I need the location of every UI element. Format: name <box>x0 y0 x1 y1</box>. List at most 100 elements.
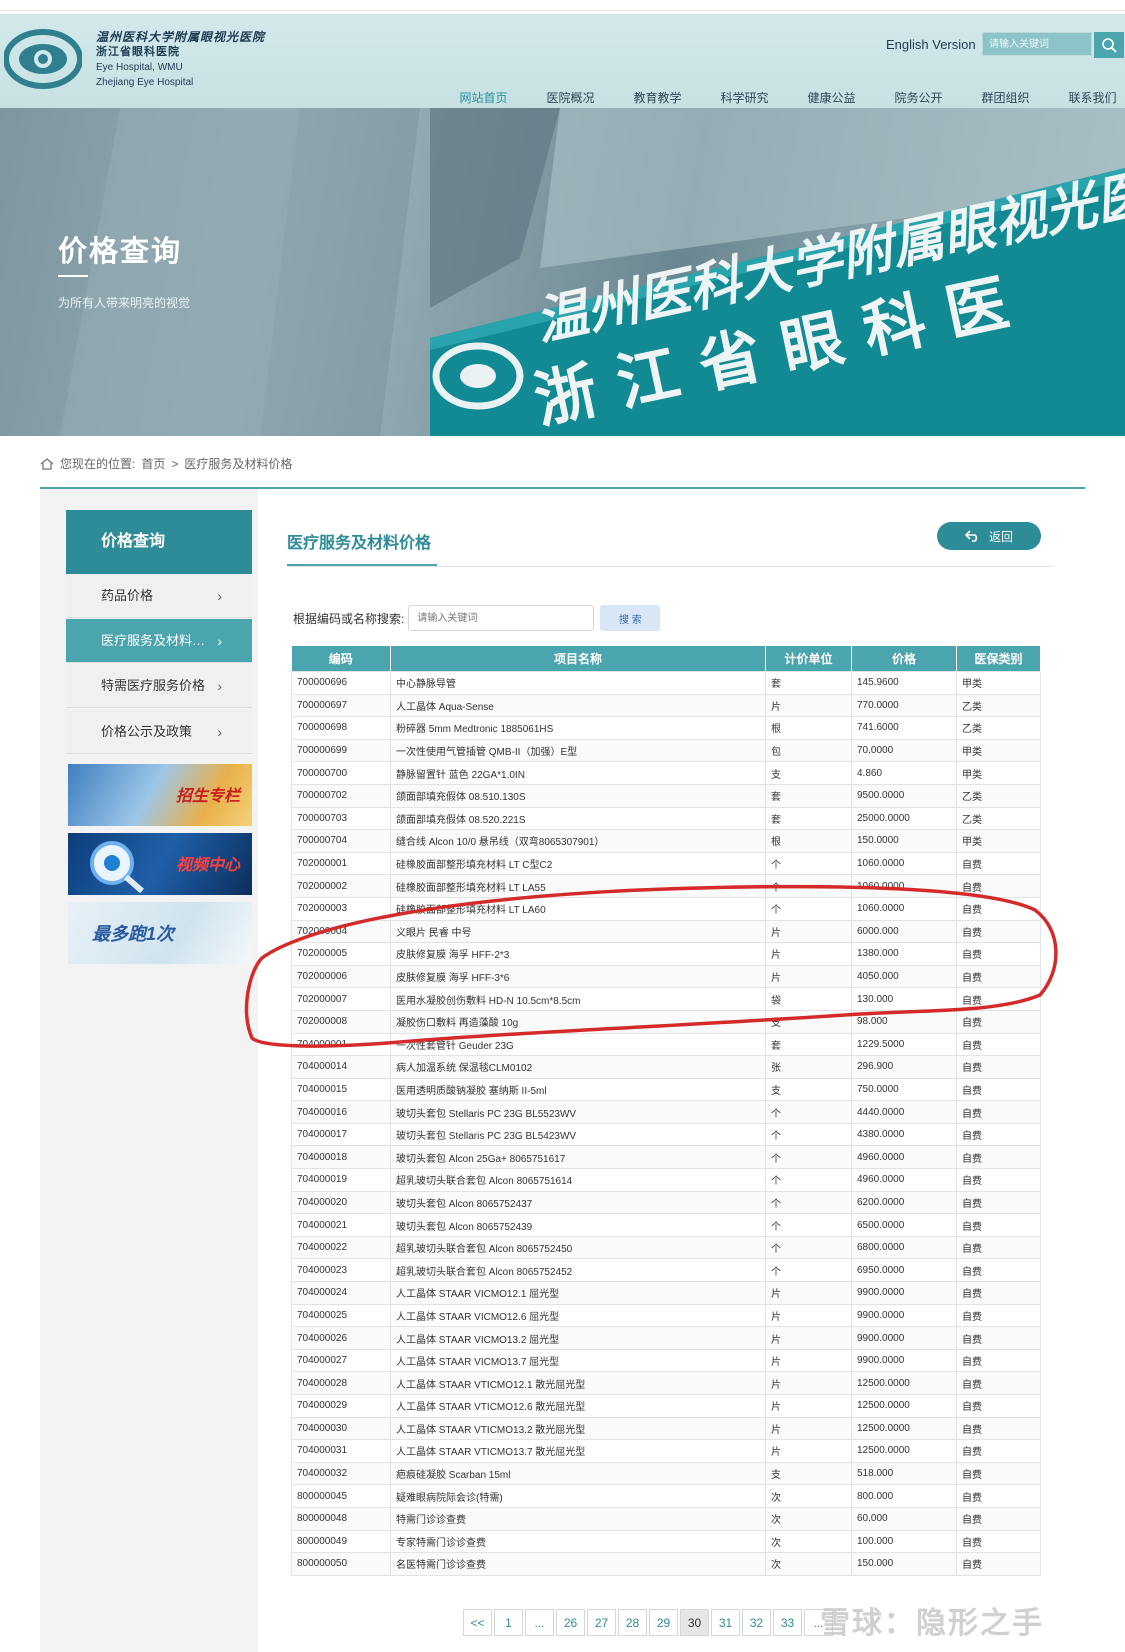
promo-label: 招生专栏 <box>175 788 240 805</box>
cell-price: 150.0000 <box>851 829 957 853</box>
cell-price: 1060.0000 <box>851 896 957 921</box>
cell-name: 人工晶体 STAAR VICMO12.1 屈光型 <box>390 1281 766 1305</box>
header-search-button[interactable] <box>1094 32 1124 58</box>
sidebar-item-special-service[interactable]: 特需医疗服务价格 › <box>66 664 252 708</box>
nav-health[interactable]: 健康公益 <box>788 89 875 106</box>
cell-unit: 个 <box>765 1100 852 1124</box>
pagination-page-button[interactable]: 27 <box>587 1609 616 1636</box>
cell-price: 100.000 <box>851 1529 957 1554</box>
cell-code: 702000001 <box>291 851 391 876</box>
cell-code: 700000698 <box>291 716 391 740</box>
content-title-rule <box>287 566 1054 567</box>
pagination-page-button[interactable]: 29 <box>649 1609 678 1636</box>
cell-insurance: 乙类 <box>956 806 1041 831</box>
table-row: 704000022 超乳玻切头联合套包 Alcon 8065752450 个 6800… <box>291 1235 1041 1260</box>
cell-name: 超乳玻切头联合套包 Alcon 8065752450 <box>390 1235 766 1260</box>
cell-unit: 个 <box>765 851 852 876</box>
nav-public-affairs[interactable]: 院务公开 <box>875 89 962 106</box>
cell-code: 700000696 <box>291 671 391 695</box>
table-header-row: 编码 项目名称 计价单位 价格 医保类别 <box>291 646 1041 672</box>
sidebar-title: 价格查询 <box>66 510 252 574</box>
pagination-page-button[interactable]: 33 <box>773 1609 802 1636</box>
table-row: 704000028 人工晶体 STAAR VTICMO12.1 散光屈光型片 125… <box>291 1371 1041 1395</box>
pagination-page-button[interactable]: 28 <box>618 1609 647 1636</box>
cell-price: 6950.0000 <box>851 1258 957 1283</box>
cell-price: 9900.0000 <box>851 1303 957 1328</box>
nav-about[interactable]: 医院概况 <box>527 89 614 106</box>
header-search-input[interactable] <box>982 32 1092 56</box>
top-border <box>0 0 1125 11</box>
cell-unit: 片 <box>765 1371 852 1395</box>
promo-video-center[interactable]: 视频中心 <box>68 833 252 895</box>
cell-unit: 支 <box>765 761 852 785</box>
cell-insurance: 自费 <box>956 987 1041 1011</box>
video-lens-icon <box>90 841 144 893</box>
sidebar-item-price-policy[interactable]: 价格公示及政策 › <box>66 710 252 754</box>
pagination-page-button[interactable]: 31 <box>711 1609 740 1636</box>
nav-home[interactable]: 网站首页 <box>440 89 527 106</box>
cell-insurance: 乙类 <box>956 693 1041 718</box>
cell-unit: 片 <box>765 1416 852 1441</box>
search-button[interactable]: 搜 索 <box>600 605 661 631</box>
sidebar-item-medical-service[interactable]: 医疗服务及材料… › <box>66 619 252 663</box>
cell-price: 150.000 <box>851 1552 957 1576</box>
cell-unit: 片 <box>765 1394 852 1418</box>
promo-admissions[interactable]: 招生专栏 <box>68 764 252 826</box>
promo-run-once[interactable]: 最多跑1次 <box>68 902 252 964</box>
table-row: 702000004 义眼片 民睿 中号片 6000.000 自费 <box>291 919 1041 944</box>
cell-code: 704000001 <box>291 1032 391 1057</box>
cell-code: 702000005 <box>291 942 391 966</box>
pagination-page-button[interactable]: 30 <box>680 1609 709 1636</box>
eye-logo-icon[interactable] <box>4 28 82 90</box>
search-icon <box>1102 38 1117 53</box>
cell-name: 玻切头套包 Alcon 8065752439 <box>390 1213 766 1237</box>
cell-name: 人工晶体 STAAR VTICMO12.1 散光屈光型 <box>390 1371 766 1395</box>
cell-name: 人工晶体 STAAR VICMO13.7 屈光型 <box>390 1348 766 1373</box>
english-version-link[interactable]: English Version <box>886 37 976 52</box>
pagination-page-button[interactable]: 26 <box>556 1609 585 1636</box>
cell-name: 一次性套管针 Geuder 23G <box>390 1032 766 1057</box>
site-header: 温州医科大学附属眼视光医院 浙江省眼科医院 Eye Hospital, WMU … <box>0 14 1125 108</box>
pagination-first-button[interactable]: << <box>463 1609 492 1636</box>
cell-unit: 根 <box>765 829 852 853</box>
breadcrumb-home[interactable]: 首页 <box>141 455 165 472</box>
cell-price: 25000.0000 <box>851 806 957 831</box>
cell-insurance: 自费 <box>956 1145 1041 1170</box>
pagination-ellipsis: ... <box>525 1609 554 1636</box>
cell-code: 800000045 <box>291 1484 391 1508</box>
cell-unit: 个 <box>765 1122 852 1147</box>
nav-education[interactable]: 教育教学 <box>614 89 701 106</box>
cell-price: 12500.0000 <box>851 1439 957 1463</box>
nav-contact[interactable]: 联系我们 <box>1049 89 1125 106</box>
header-search <box>982 32 1124 58</box>
pagination-page-button[interactable]: 32 <box>742 1609 771 1636</box>
logo-text[interactable]: 温州医科大学附属眼视光医院 浙江省眼科医院 Eye Hospital, WMU … <box>96 30 265 90</box>
cell-price: 750.0000 <box>851 1077 957 1102</box>
sidebar-item-drug-price[interactable]: 药品价格 › <box>66 574 252 618</box>
pagination-page-button[interactable]: 1 <box>494 1609 523 1636</box>
cell-name: 医用水凝胶创伤敷料 HD-N 10.5cm*8.5cm <box>390 987 766 1011</box>
nav-research[interactable]: 科学研究 <box>701 89 788 106</box>
cell-price: 9500.0000 <box>851 783 957 808</box>
cell-price: 98.000 <box>851 1009 957 1034</box>
cell-price: 4.860 <box>851 761 957 785</box>
cell-code: 800000050 <box>291 1552 391 1576</box>
cell-insurance: 自费 <box>956 1122 1041 1147</box>
cell-code: 704000020 <box>291 1190 391 1215</box>
back-button[interactable]: 返回 <box>937 522 1041 550</box>
table-row: 702000001 硅橡胶面部整形填充材料 LT C型C2 个 1060.0000 自费 <box>291 851 1041 876</box>
cell-insurance: 自费 <box>956 1213 1041 1237</box>
search-input[interactable] <box>408 605 595 631</box>
cell-code: 704000017 <box>291 1122 391 1147</box>
cell-name: 颌面部填充假体 08.510.130S <box>390 783 766 808</box>
cell-code: 702000003 <box>291 896 391 921</box>
cell-insurance: 自费 <box>956 874 1041 898</box>
column-header-price: 价格 <box>851 646 957 672</box>
breadcrumb-current[interactable]: 医疗服务及材料价格 <box>184 455 292 472</box>
column-header-name: 项目名称 <box>390 646 766 672</box>
price-table: 编码 项目名称 计价单位 价格 医保类别 700000696 中心静脉导管套 145… <box>291 646 1041 1576</box>
table-row: 704000020 玻切头套包 Alcon 8065752437 个 6200.000… <box>291 1190 1041 1215</box>
cell-insurance: 自费 <box>956 1077 1041 1102</box>
nav-organizations[interactable]: 群团组织 <box>962 89 1049 106</box>
cell-code: 702000006 <box>291 964 391 989</box>
